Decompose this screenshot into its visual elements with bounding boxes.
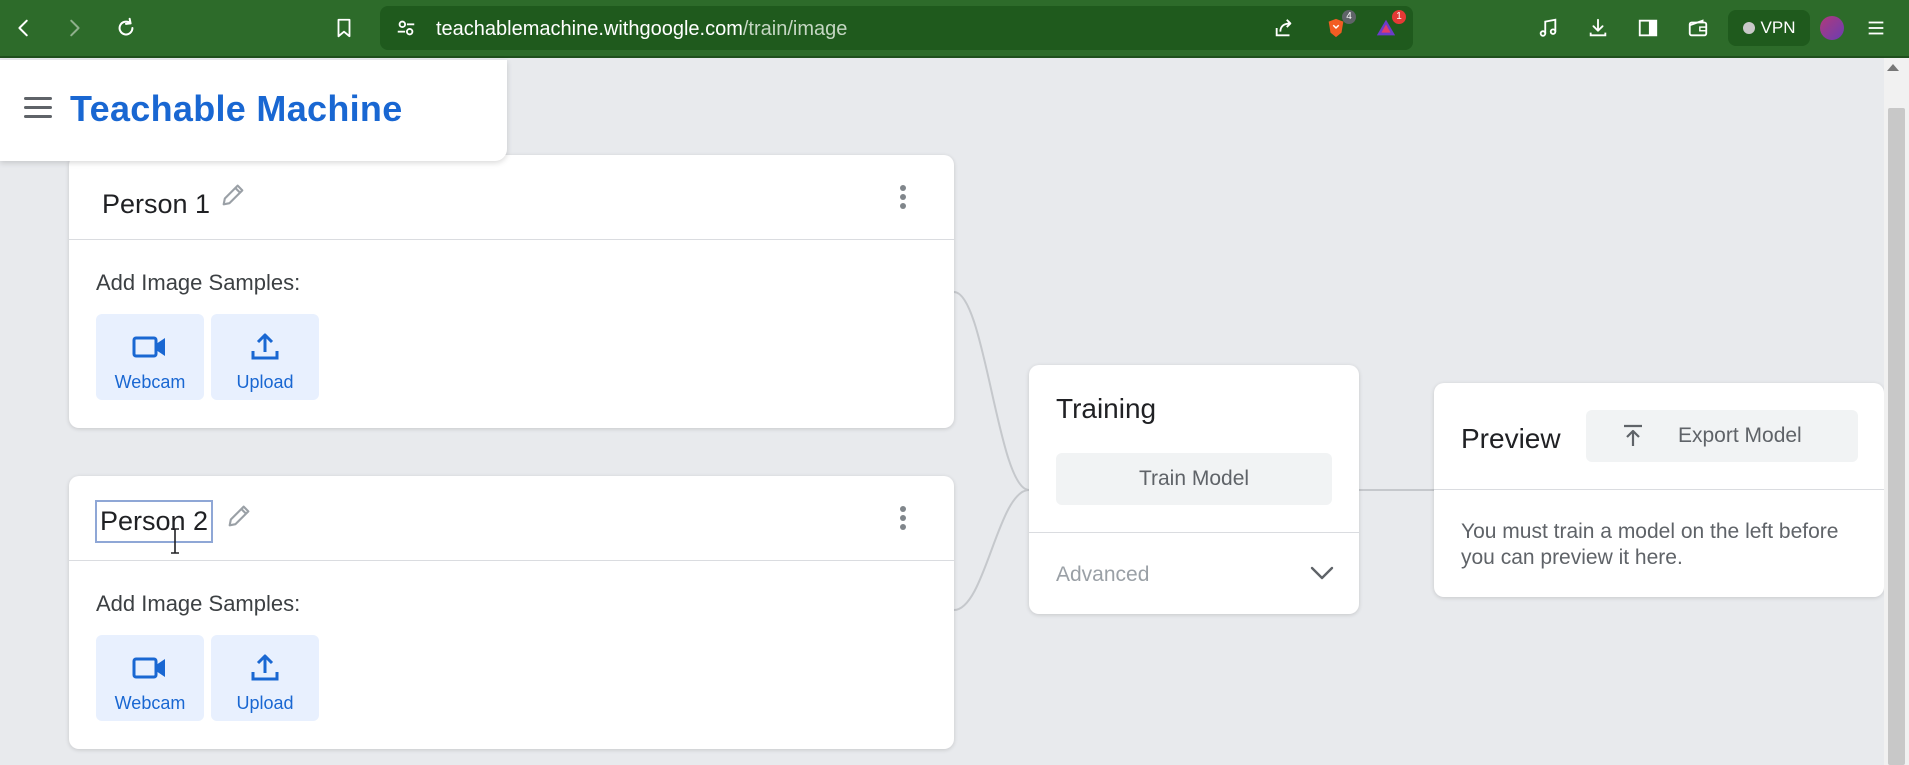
brave-rewards-badge: 1	[1392, 10, 1406, 24]
back-icon[interactable]	[8, 12, 40, 44]
export-model-button[interactable]: Export Model	[1586, 410, 1858, 462]
webcam-label: Webcam	[114, 372, 186, 392]
profile-avatar[interactable]	[1820, 16, 1844, 40]
address-bar[interactable]: teachablemachine.withgoogle.com/train/im…	[380, 6, 1413, 50]
vpn-button[interactable]: VPN	[1728, 10, 1810, 46]
vpn-status-icon	[1742, 22, 1755, 34]
training-panel: Training Train Model Advanced	[1029, 365, 1359, 614]
add-samples-label: Add Image Samples:	[96, 270, 301, 295]
browser-toolbar: teachablemachine.withgoogle.com/train/im…	[0, 0, 1909, 58]
upload-icon	[251, 333, 279, 360]
brave-shields-badge: 4	[1342, 10, 1356, 24]
webcam-button[interactable]: Webcam	[96, 635, 204, 721]
add-samples-label: Add Image Samples:	[96, 591, 301, 616]
preview-message: You must train a model on the left befor…	[1461, 520, 1839, 569]
card-divider	[69, 239, 954, 240]
chevron-down-icon[interactable]	[1309, 563, 1335, 583]
scroll-up-arrow-icon[interactable]	[1887, 64, 1899, 71]
preview-title: Preview	[1461, 423, 1561, 454]
vpn-label: VPN	[1760, 18, 1796, 37]
advanced-toggle[interactable]: Advanced	[1056, 563, 1149, 587]
more-options-icon[interactable]	[899, 506, 907, 534]
export-model-label: Export Model	[1678, 424, 1802, 447]
card-divider	[69, 560, 954, 561]
app-title: Teachable Machine	[70, 88, 403, 129]
more-options-icon[interactable]	[899, 185, 907, 213]
sidebar-icon[interactable]	[1632, 12, 1664, 44]
reload-icon[interactable]	[110, 12, 142, 44]
hamburger-menu-icon[interactable]	[24, 97, 52, 119]
scrollbar-thumb[interactable]	[1888, 108, 1905, 765]
wallet-icon[interactable]	[1682, 12, 1714, 44]
upload-label: Upload	[236, 693, 294, 713]
upload-button[interactable]: Upload	[211, 635, 319, 721]
music-icon[interactable]	[1532, 12, 1564, 44]
edit-pencil-icon[interactable]	[219, 181, 247, 209]
upload-icon	[251, 654, 279, 681]
site-settings-icon[interactable]	[390, 12, 422, 44]
share-icon[interactable]	[1268, 12, 1300, 44]
class-card: Person 1 Add Image Samples: Webcam Uploa…	[69, 155, 954, 428]
preview-panel: Preview Export Model You must train a mo…	[1434, 383, 1884, 597]
download-icon[interactable]	[1582, 12, 1614, 44]
edit-pencil-icon[interactable]	[225, 502, 253, 530]
upload-button[interactable]: Upload	[211, 314, 319, 400]
preview-divider	[1434, 489, 1884, 490]
text-cursor-icon	[171, 528, 179, 554]
forward-icon[interactable]	[58, 12, 90, 44]
train-model-button[interactable]: Train Model	[1056, 453, 1332, 505]
training-divider	[1029, 532, 1359, 533]
class-name[interactable]: Person 1	[99, 185, 213, 224]
bookmark-icon[interactable]	[328, 12, 360, 44]
webcam-icon	[132, 657, 165, 679]
webcam-icon	[132, 336, 165, 358]
class-name-input[interactable]: Person 2	[95, 500, 214, 543]
url-text: teachablemachine.withgoogle.com/train/im…	[436, 18, 847, 41]
export-icon	[1624, 424, 1642, 446]
training-title: Training	[1056, 393, 1157, 424]
webcam-button[interactable]: Webcam	[96, 314, 204, 400]
browser-menu-icon[interactable]	[1860, 12, 1892, 44]
class-card: Person 2 Add Image Samples: Webcam Uploa…	[69, 476, 954, 749]
url-path: /train/image	[742, 18, 848, 40]
webcam-label: Webcam	[114, 693, 186, 713]
upload-label: Upload	[236, 372, 294, 392]
url-host: teachablemachine.withgoogle.com	[436, 18, 743, 40]
